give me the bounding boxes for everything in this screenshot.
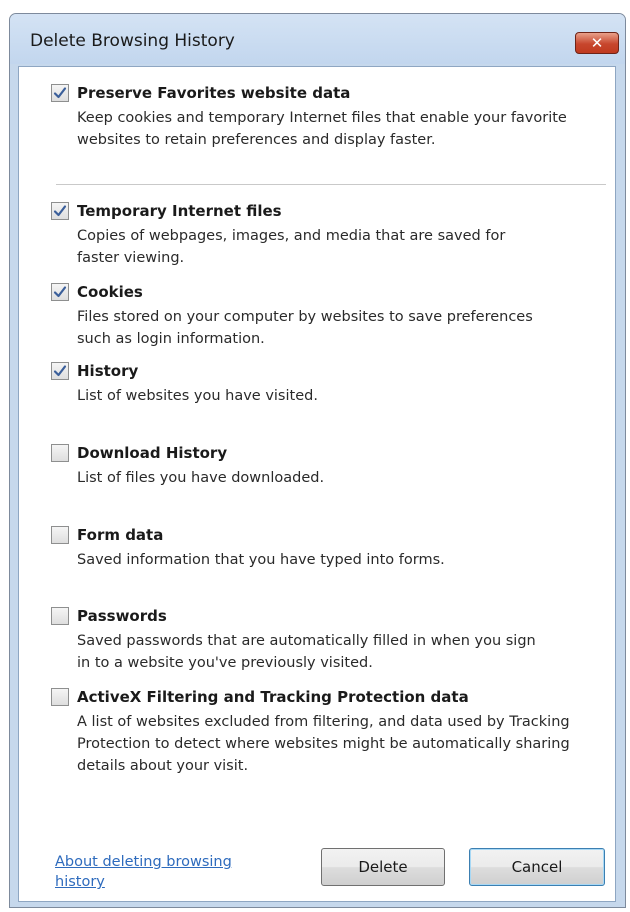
option-preserve-favorites: Preserve Favorites website data Keep coo…	[51, 82, 567, 151]
checkbox-cookies[interactable]	[51, 283, 69, 301]
option-description: List of websites you have visited.	[77, 388, 318, 404]
option-label: Temporary Internet files	[77, 202, 282, 220]
dialog-body: Preserve Favorites website data Keep coo…	[18, 66, 616, 902]
dialog-title: Delete Browsing History	[30, 31, 235, 51]
option-history: History List of websites you have visite…	[51, 360, 318, 407]
option-label: History	[77, 362, 139, 380]
checkbox-form-data[interactable]	[51, 526, 69, 544]
option-cookies: Cookies Files stored on your computer by…	[51, 281, 533, 350]
option-description: Files stored on your computer by website…	[77, 309, 533, 347]
checkbox-history[interactable]	[51, 362, 69, 380]
option-description: Keep cookies and temporary Internet file…	[77, 110, 567, 148]
option-form-data: Form data Saved information that you hav…	[51, 524, 445, 571]
option-label: Cookies	[77, 283, 143, 301]
option-description: A list of websites excluded from filteri…	[77, 714, 570, 774]
checkbox-passwords[interactable]	[51, 607, 69, 625]
option-label: Form data	[77, 526, 164, 544]
option-activex-filtering: ActiveX Filtering and Tracking Protectio…	[51, 686, 570, 777]
separator	[56, 184, 606, 185]
option-description: List of files you have downloaded.	[77, 470, 325, 486]
checkbox-temporary-internet-files[interactable]	[51, 202, 69, 220]
delete-button-label: Delete	[358, 858, 408, 876]
cancel-button-label: Cancel	[511, 858, 563, 876]
option-label: Passwords	[77, 607, 167, 625]
checkmark-icon	[53, 205, 67, 217]
option-label: Preserve Favorites website data	[77, 84, 351, 102]
checkmark-icon	[53, 286, 67, 298]
title-bar[interactable]: Delete Browsing History ✕	[10, 14, 625, 64]
option-temporary-internet-files: Temporary Internet files Copies of webpa…	[51, 200, 505, 269]
checkbox-download-history[interactable]	[51, 444, 69, 462]
about-deleting-history-link[interactable]: About deleting browsing history	[55, 852, 275, 892]
option-passwords: Passwords Saved passwords that are autom…	[51, 605, 536, 674]
checkmark-icon	[53, 365, 67, 377]
checkbox-activex-filtering[interactable]	[51, 688, 69, 706]
option-description: Saved information that you have typed in…	[77, 552, 445, 568]
dialog-window: Delete Browsing History ✕ Preserve Favor…	[9, 13, 626, 908]
close-icon: ✕	[590, 33, 604, 52]
close-button[interactable]: ✕	[575, 32, 619, 54]
cancel-button[interactable]: Cancel	[469, 848, 605, 886]
checkmark-icon	[53, 87, 67, 99]
option-description: Copies of webpages, images, and media th…	[77, 228, 506, 266]
delete-button[interactable]: Delete	[321, 848, 445, 886]
option-label: ActiveX Filtering and Tracking Protectio…	[77, 688, 469, 706]
option-label: Download History	[77, 444, 228, 462]
checkbox-preserve-favorites[interactable]	[51, 84, 69, 102]
option-download-history: Download History List of files you have …	[51, 442, 324, 489]
option-description: Saved passwords that are automatically f…	[77, 633, 536, 671]
